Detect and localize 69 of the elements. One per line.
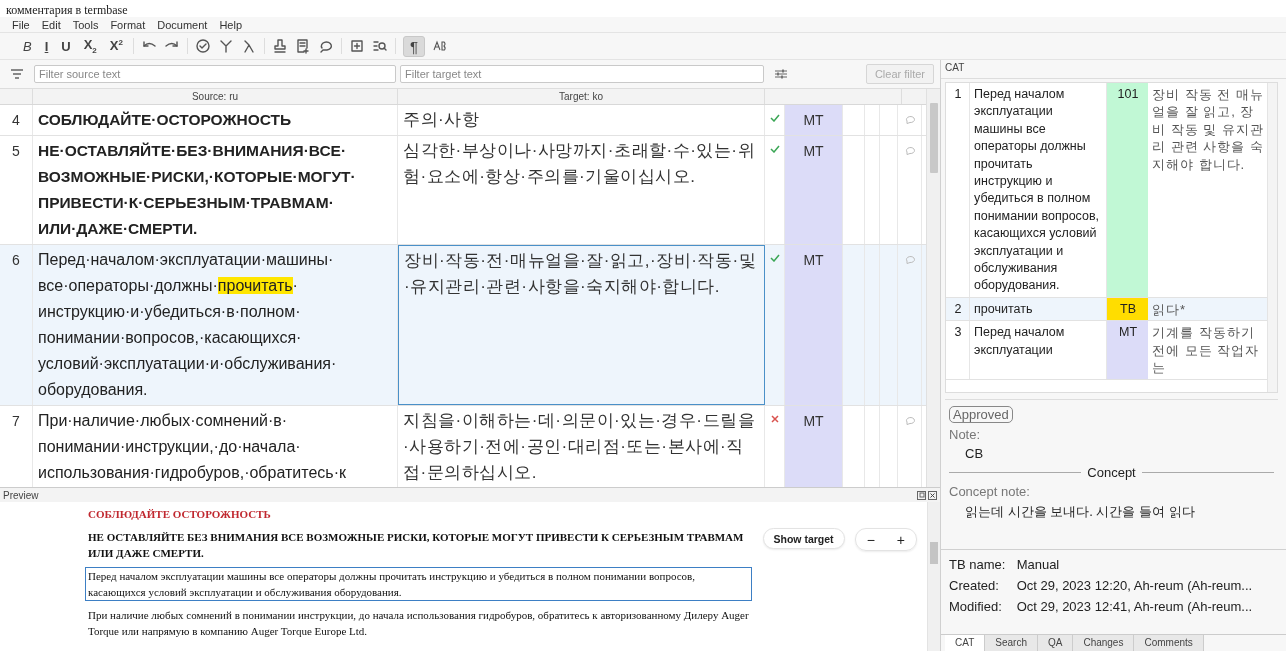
tab[interactable]: Changes bbox=[1073, 635, 1135, 651]
field-value: Manual bbox=[1016, 557, 1060, 572]
target-text: 기계를 작동하기 전에 모든 작업자는 bbox=[1151, 324, 1261, 378]
show-target-button[interactable]: Show target bbox=[762, 528, 845, 549]
source-text: СОБЛЮДАЙТЕ·ОСТОРОЖНОСТЬ bbox=[33, 105, 398, 135]
format-button[interactable]: X$_{2}$ bbox=[80, 37, 100, 55]
note-text: CB bbox=[964, 446, 985, 461]
row-number: 3 bbox=[946, 321, 970, 379]
match-badge: MT bbox=[1107, 321, 1148, 379]
field-label: Created: bbox=[949, 578, 1000, 593]
format-button[interactable]: I bbox=[41, 38, 52, 54]
field-label: TB name: bbox=[949, 557, 1007, 572]
target-text: 읽다* bbox=[1151, 300, 1188, 319]
status-badge: Approved bbox=[949, 406, 1013, 423]
origin-label: MT bbox=[785, 105, 843, 135]
row-number: 6 bbox=[0, 245, 33, 405]
panel-title: CAT bbox=[941, 60, 1286, 79]
row-number: 4 bbox=[0, 105, 33, 135]
column-header: Source: ru bbox=[33, 89, 398, 104]
format-button[interactable]: B bbox=[20, 38, 35, 54]
match-row[interactable]: 3 Перед началом эксплуатации MT 기계를 작동하기 전에 모든 작업자는 bbox=[946, 321, 1267, 380]
origin-label: MT bbox=[785, 245, 843, 405]
formatting-marks-toggle[interactable]: ¶ bbox=[402, 35, 425, 57]
match-badge: 101 bbox=[1107, 83, 1148, 297]
target-text-field[interactable]: 심각한·부상이나·사망까지·초래할·수·있는·위험·요소에·항상·주의를·기울이십시오. bbox=[398, 136, 765, 244]
source-filter-field[interactable]: Filter source text bbox=[34, 65, 396, 83]
target-filter-field[interactable]: Filter target text bbox=[400, 65, 764, 83]
segment-row[interactable]: 5 НЕ·ОСТАВЛЯЙТЕ·БЕЗ·ВНИМАНИЯ·ВСЕ· ВОЗМОЖНЫЕ·РИСКИ,·КОТОРЫЕ·МОГУТ· ПРИВЕСТИ·К·СЕРЬЕЗНЫМ·ТРАВМАМ· ИЛИ·ДАЖЕ·СМЕРТИ. 심각한·부상이나·사망까지·초래할·수·있는·위험·요소에·항상·주의를·기울이십시오. MT bbox=[0, 136, 926, 245]
field-label: Modified: bbox=[949, 599, 1003, 614]
tab[interactable]: Search bbox=[985, 635, 1038, 651]
row-number: 2 bbox=[946, 297, 970, 321]
menu-item[interactable]: Help bbox=[219, 18, 242, 31]
tab[interactable]: CAT bbox=[945, 635, 986, 651]
segment-row[interactable]: 4 СОБЛЮДАЙТЕ·ОСТОРОЖНОСТЬ 주의·사항 MT bbox=[0, 105, 926, 136]
pane-title: Preview bbox=[3, 489, 39, 501]
field-value: Oct 29, 2023 12:41, Ah-reum (Ah-reum... bbox=[1016, 599, 1253, 614]
menu-item[interactable]: Tools bbox=[72, 18, 99, 31]
target-text-field[interactable]: 장비·작동·전·매뉴얼을·잘·읽고,·장비·작동·및·유지관리·관련·사항을·숙지해야·합니다. bbox=[398, 245, 765, 405]
origin-label: MT bbox=[785, 136, 843, 244]
field-value: Oct 29, 2023 12:20, Ah-reum (Ah-reum... bbox=[1016, 578, 1253, 593]
format-button[interactable]: X$^{2}$ bbox=[106, 38, 126, 54]
origin-label: MT bbox=[785, 406, 843, 488]
match-row[interactable]: 2 прочитать TB 읽다* bbox=[946, 297, 1267, 322]
field-label: Note: bbox=[949, 427, 982, 442]
match-badge: TB bbox=[1107, 297, 1148, 321]
column-header: Target: ko bbox=[398, 89, 765, 104]
target-text-field[interactable]: 주의·사항 bbox=[398, 105, 765, 135]
field-label: Concept note: bbox=[949, 484, 1031, 499]
format-button[interactable]: U bbox=[58, 38, 74, 54]
source-text: Перед·началом·эксплуатации·машины· все·операторы·должны·прочитать· инструкцию·и·убедиться·в·полном· понимании·вопросов,·касающихся· условий·эксплуатации·и·обслуживания· оборудования. bbox=[33, 245, 398, 405]
menu-item[interactable]: Edit bbox=[41, 18, 61, 31]
row-number: 5 bbox=[0, 136, 33, 244]
zoom-out-button[interactable]: − bbox=[855, 529, 886, 550]
section-heading: Concept bbox=[1087, 465, 1136, 480]
target-text: 장비 작동 전 매뉴얼을 잘 읽고, 장비 작동 및 유지관리 관련 사항을 숙지해야 합니다. bbox=[1151, 86, 1265, 174]
preview-paragraph: При наличие любых сомнений в понимании инструкции, до начала использования гидробуров, обратитесь к авторизованному Дилеру Auger Torque или напрямую в компанию Auger Torque Europe Ltd. bbox=[87, 608, 750, 639]
preview-paragraph: Перед началом эксплуатации машины все операторы должны прочитать инструкцию и убедиться в полном понимании вопросов, касающихся условий эксплуатации и обслуживания оборудования. bbox=[86, 568, 751, 600]
tab[interactable]: QA bbox=[1037, 635, 1074, 651]
preview-paragraph: НЕ ОСТАВЛЯЙТЕ БЕЗ ВНИМАНИЯ ВСЕ ВОЗМОЖНЫЕ РИСКИ, КОТОРЫЕ МОГУТ ПРИВЕСТИ К СЕРЬЕЗНЫМ ТРАВМАМ ИЛИ ДАЖЕ СМЕРТИ. bbox=[87, 530, 745, 561]
row-number: 1 bbox=[946, 83, 970, 297]
menu-item[interactable]: File bbox=[12, 18, 30, 31]
preview-paragraph: СОБЛЮДАЙТЕ ОСТОРОЖНОСТЬ bbox=[87, 507, 272, 522]
caption-text: комментария в termbase bbox=[5, 2, 128, 17]
menu-item[interactable]: Format bbox=[110, 18, 146, 31]
concept-note-text: 읽는데 시간을 보내다. 시간을 들여 읽다 bbox=[964, 503, 1196, 521]
zoom-in-button[interactable]: + bbox=[885, 529, 916, 550]
source-text: НЕ·ОСТАВЛЯЙТЕ·БЕЗ·ВНИМАНИЯ·ВСЕ· ВОЗМОЖНЫЕ·РИСКИ,·КОТОРЫЕ·МОГУТ· ПРИВЕСТИ·К·СЕРЬЕЗНЫМ·ТРАВМАМ· ИЛИ·ДАЖЕ·СМЕРТИ. bbox=[33, 136, 398, 244]
menu-item[interactable]: Document bbox=[157, 18, 208, 31]
tab[interactable]: Comments bbox=[1134, 635, 1204, 651]
